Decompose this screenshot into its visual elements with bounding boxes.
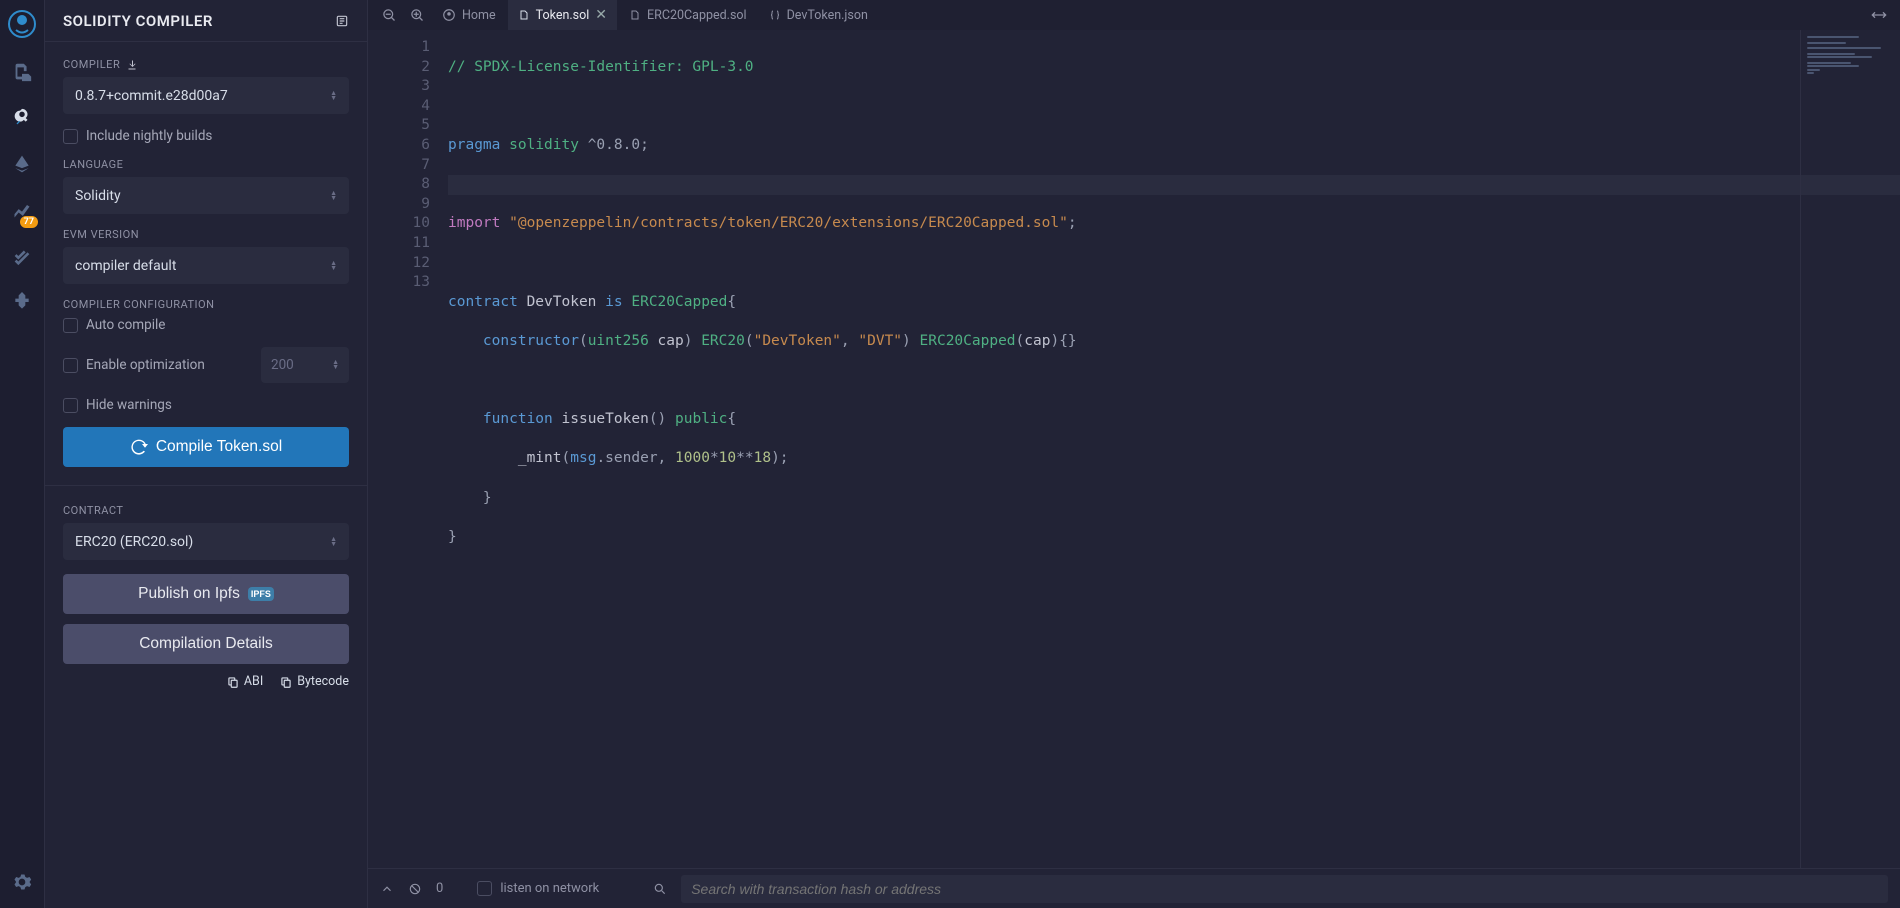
download-icon[interactable] [126,59,138,71]
publish-ipfs-button[interactable]: Publish on Ipfs IPFS [63,574,349,614]
tab-home[interactable]: Home [432,0,506,30]
contract-select[interactable]: ERC20 (ERC20.sol) ▲▼ [63,523,349,560]
terminal-bar: 0 listen on network [368,868,1900,908]
minimap[interactable] [1800,30,1900,868]
plugin-icon[interactable] [8,288,36,316]
home-tab-icon [442,8,456,22]
docs-icon[interactable] [335,14,349,28]
main-area: Home Token.sol ✕ ERC20Capped.sol DevToke… [368,0,1900,908]
bytecode-link[interactable]: Bytecode [279,674,349,689]
compile-button[interactable]: Compile Token.sol [63,427,349,467]
chevron-up-icon[interactable] [380,882,394,896]
code-area[interactable]: // SPDX-License-Identifier: GPL-3.0 prag… [448,30,1900,868]
editor[interactable]: 1 2 3 4 5 6 7 8 9 10 11 12 13 // SPDX-Li… [368,30,1900,868]
check-icon[interactable] [8,242,36,270]
contract-label: CONTRACT [63,504,349,517]
block-icon[interactable] [408,882,422,896]
sidebar-body: COMPILER 0.8.7+commit.e28d00a7 ▲▼ Includ… [45,42,367,908]
optimization-checkbox[interactable] [63,358,78,373]
search-input[interactable] [681,875,1888,903]
close-icon[interactable]: ✕ [595,7,607,23]
compiler-icon[interactable] [8,104,36,132]
compiler-label: COMPILER [63,58,349,71]
ipfs-icon: IPFS [248,587,274,601]
gutter: 1 2 3 4 5 6 7 8 9 10 11 12 13 [368,30,448,868]
compiler-select[interactable]: 0.8.7+commit.e28d00a7 ▲▼ [63,77,349,114]
sidebar-header: SOLIDITY COMPILER [45,0,367,42]
auto-compile-checkbox[interactable] [63,318,78,333]
evm-label: EVM VERSION [63,228,349,241]
tab-devtoken-json[interactable]: DevToken.json [759,0,878,30]
expand-icon[interactable] [1866,2,1892,28]
zoom-in-icon[interactable] [404,2,430,28]
pending-count: 0 [436,881,443,896]
auto-compile-row: Auto compile [63,317,349,333]
analytics-icon[interactable]: 77 [8,196,36,224]
sol-file-icon [518,9,530,21]
badge-77: 77 [20,216,38,228]
sol-file-icon [629,9,641,21]
listen-checkbox[interactable] [477,881,492,896]
copy-icon [226,675,240,689]
language-select[interactable]: Solidity ▲▼ [63,177,349,214]
copy-icon [279,675,293,689]
tab-bar: Home Token.sol ✕ ERC20Capped.sol DevToke… [368,0,1900,30]
optimization-row: Enable optimization 200 ▲▼ [63,347,349,383]
settings-icon[interactable] [8,868,36,896]
nightly-checkbox[interactable] [63,129,78,144]
hide-warnings-row: Hide warnings [63,397,349,413]
tab-erc20capped[interactable]: ERC20Capped.sol [619,0,757,30]
file-explorer-icon[interactable] [8,58,36,86]
json-file-icon [769,9,781,21]
nightly-checkbox-row: Include nightly builds [63,128,349,144]
language-label: LANGUAGE [63,158,349,171]
bottom-links: ABI Bytecode [63,664,349,689]
listen-row: listen on network [477,881,599,896]
remix-logo-icon[interactable] [6,8,38,40]
sidebar-panel: SOLIDITY COMPILER COMPILER 0.8.7+commit.… [44,0,368,908]
hide-warnings-checkbox[interactable] [63,398,78,413]
compilation-details-button[interactable]: Compilation Details [63,624,349,664]
tab-token[interactable]: Token.sol ✕ [508,0,617,30]
optimization-runs-input[interactable]: 200 ▲▼ [261,347,349,383]
refresh-icon [130,438,148,456]
deploy-icon[interactable] [8,150,36,178]
abi-link[interactable]: ABI [226,674,263,689]
sidebar-title: SOLIDITY COMPILER [63,12,213,30]
evm-select[interactable]: compiler default ▲▼ [63,247,349,284]
zoom-out-icon[interactable] [376,2,402,28]
search-icon[interactable] [653,882,667,896]
icon-bar: 77 [0,0,44,908]
config-label: COMPILER CONFIGURATION [63,298,349,311]
